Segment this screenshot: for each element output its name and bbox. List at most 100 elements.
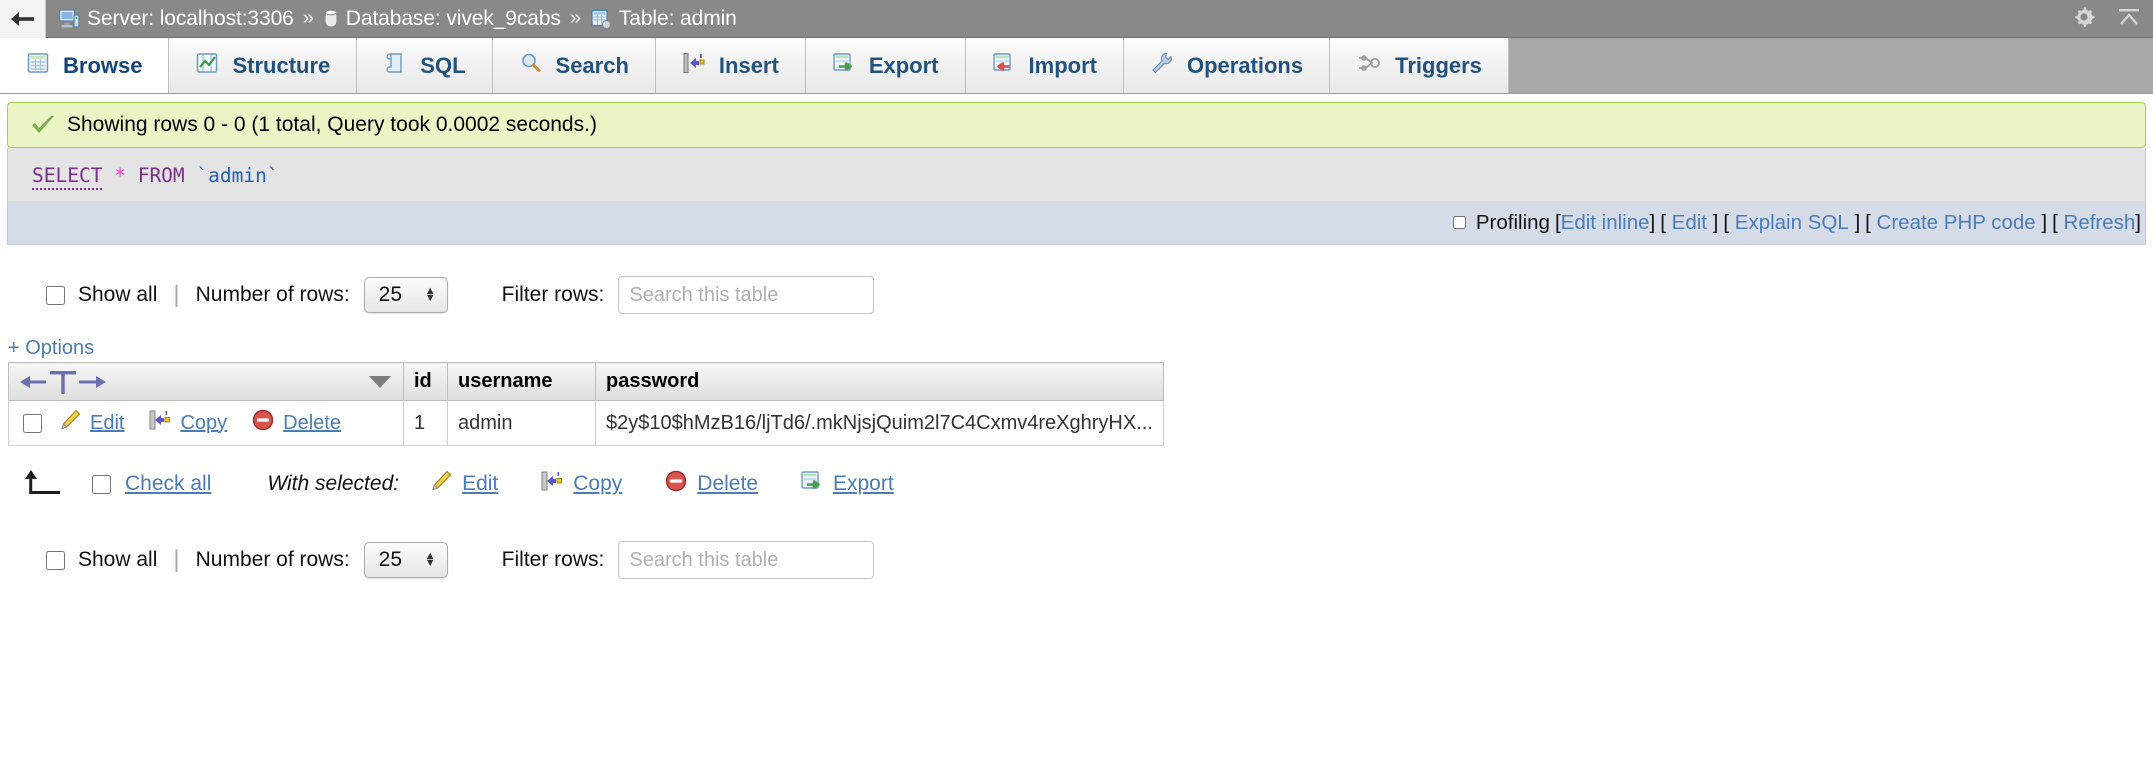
row-controls-bottom: Show all | Number of rows: 25 ▲ ▼ Filter … — [0, 540, 2153, 580]
breadcrumb-table[interactable]: Table: admin — [619, 7, 737, 31]
cell-password: $2y$10$hMzB16/ljTd6/.mkNjsjQuim2l7C4Cxmv… — [595, 400, 1164, 446]
column-header-username[interactable]: username — [447, 362, 596, 401]
tab-triggers[interactable]: Triggers — [1330, 38, 1509, 93]
filter-rows-input-bottom[interactable] — [618, 541, 875, 579]
with-selected-edit-label: Edit — [462, 472, 499, 495]
tab-sql[interactable]: SQL — [357, 38, 493, 93]
tab-label: Operations — [1186, 52, 1304, 78]
bracket-close: ] — [2135, 210, 2141, 234]
back-button[interactable] — [0, 0, 46, 38]
sql-query-display[interactable]: SELECT * FROM `admin` — [7, 148, 2146, 201]
stepper-icon: ▲ ▼ — [424, 550, 436, 569]
results-header-row: id username password — [8, 362, 1164, 401]
row-nav-arrows-icon[interactable] — [17, 367, 395, 397]
back-arrow-icon — [10, 11, 34, 26]
check-all-checkbox[interactable] — [92, 474, 111, 494]
link-create-php-code[interactable]: Create PHP code — [1877, 211, 2036, 235]
collapse-icon[interactable] — [2115, 5, 2143, 34]
breadcrumb-separator-1: » — [302, 7, 314, 29]
sql-identifier: `admin` — [196, 164, 279, 187]
table-nav-header[interactable] — [8, 362, 404, 401]
with-selected-edit[interactable]: Edit — [429, 469, 498, 499]
bracket-close: ] — [2041, 210, 2048, 234]
copy-icon — [148, 408, 172, 438]
row-select-checkbox[interactable] — [23, 413, 42, 433]
filter-rows-label: Filter rows: — [501, 548, 605, 571]
tab-structure[interactable]: Structure — [169, 38, 358, 93]
with-selected-delete[interactable]: Delete — [664, 469, 758, 499]
pencil-icon — [58, 408, 82, 438]
number-of-rows-select-top[interactable]: 25 ▲ ▼ — [363, 277, 448, 313]
gear-icon[interactable] — [2071, 4, 2097, 35]
row-actions-cell: Edit Copy Delete — [8, 400, 404, 446]
pencil-icon — [429, 469, 453, 499]
breadcrumb-server[interactable]: Server: localhost:3306 — [87, 7, 294, 31]
with-selected-copy[interactable]: Copy — [540, 469, 622, 499]
database-icon — [323, 8, 339, 30]
window-topbar: Server: localhost:3306 » Database: vivek… — [0, 0, 2153, 38]
profiling-bar: Profiling [Edit inline] [ Edit ] [ Expla… — [7, 201, 2146, 245]
column-header-password[interactable]: password — [595, 362, 1164, 401]
show-all-checkbox-top[interactable] — [46, 285, 65, 305]
bracket-close: ] — [1854, 210, 1861, 234]
stepper-icon: ▲ ▼ — [424, 285, 436, 304]
bracket-open: [ — [1723, 210, 1730, 234]
show-all-checkbox-bottom[interactable] — [46, 550, 65, 570]
show-all-label: Show all — [78, 548, 158, 571]
number-of-rows-label: Number of rows: — [195, 283, 350, 306]
triggers-icon — [1356, 51, 1382, 81]
tab-insert[interactable]: Insert — [655, 38, 806, 93]
main-content: Showing rows 0 - 0 (1 total, Query took … — [0, 102, 2153, 580]
tab-browse[interactable]: Browse — [0, 38, 170, 93]
table-icon — [590, 8, 612, 30]
import-icon — [992, 51, 1016, 81]
row-edit-link[interactable]: Edit — [58, 408, 124, 438]
number-of-rows-label: Number of rows: — [195, 548, 350, 571]
sql-keyword-select: SELECT — [32, 164, 103, 190]
tab-label: Import — [1028, 52, 1097, 78]
tab-operations[interactable]: Operations — [1123, 38, 1331, 93]
delete-circle-icon — [664, 469, 688, 499]
tab-search[interactable]: Search — [492, 38, 656, 93]
copy-icon — [540, 469, 564, 499]
link-explain-sql[interactable]: Explain SQL — [1735, 211, 1849, 235]
profiling-checkbox[interactable] — [1452, 216, 1466, 229]
bracket-close: ] — [1649, 210, 1656, 234]
row-delete-link[interactable]: Delete — [251, 408, 341, 438]
options-toggle-link[interactable]: + Options — [8, 337, 2153, 360]
status-banner: Showing rows 0 - 0 (1 total, Query took … — [7, 102, 2146, 148]
cell-username: admin — [447, 400, 596, 446]
divider: | — [173, 281, 180, 308]
table-row: Edit Copy Delete 1 admin $2y$10$hMzB16/l… — [8, 400, 1164, 446]
sql-star: * — [114, 164, 126, 187]
sort-dropdown-icon[interactable] — [369, 375, 391, 388]
insert-icon — [682, 51, 706, 81]
breadcrumb-database[interactable]: Database: vivek_9cabs — [346, 7, 561, 31]
show-all-label: Show all — [78, 283, 158, 306]
with-selected-copy-label: Copy — [573, 472, 623, 495]
row-copy-link[interactable]: Copy — [148, 408, 227, 438]
tab-label: Browse — [63, 52, 143, 78]
tab-import[interactable]: Import — [965, 38, 1124, 93]
link-refresh[interactable]: Refresh — [2064, 211, 2136, 235]
tab-export[interactable]: Export — [805, 38, 966, 93]
column-header-id[interactable]: id — [403, 362, 448, 401]
filter-rows-input-top[interactable] — [618, 276, 875, 314]
topbar-actions — [2071, 0, 2143, 38]
number-of-rows-value: 25 — [378, 283, 403, 306]
bracket-close: ] — [1712, 210, 1719, 234]
row-delete-label: Delete — [283, 411, 341, 434]
row-copy-label: Copy — [180, 411, 228, 434]
select-all-arrow-icon[interactable] — [20, 468, 64, 500]
check-all-link[interactable]: Check all — [125, 472, 211, 496]
tab-label: Export — [868, 52, 939, 78]
with-selected-export[interactable]: Export — [800, 469, 894, 499]
tab-label: Triggers — [1395, 52, 1482, 78]
link-edit[interactable]: Edit — [1672, 211, 1707, 235]
number-of-rows-select-bottom[interactable]: 25 ▲ ▼ — [363, 542, 448, 578]
breadcrumb-separator-2: » — [569, 7, 581, 29]
sql-keyword-from: FROM — [137, 164, 185, 187]
structure-icon — [195, 51, 219, 81]
link-edit-inline[interactable]: Edit inline — [1561, 211, 1650, 235]
divider: | — [173, 546, 180, 573]
